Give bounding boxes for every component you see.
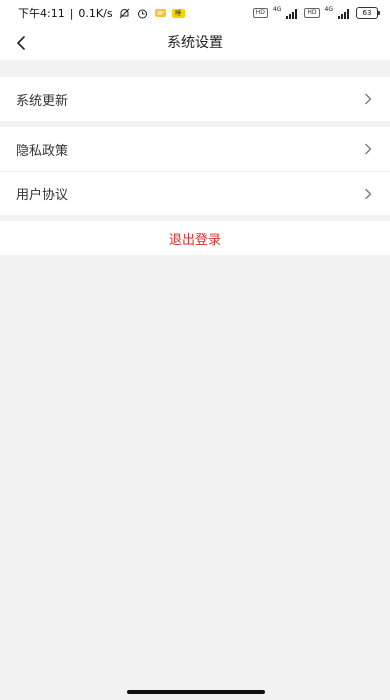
status-net-speed: 0.1K/s xyxy=(78,6,113,20)
privacy-policy-label: 隐私政策 xyxy=(16,143,69,159)
privacy-policy-row[interactable]: 隐私政策 xyxy=(0,127,390,171)
status-right: HD 4G HD 4G 63 xyxy=(252,5,380,19)
logout-label: 退出登录 xyxy=(168,232,221,248)
settings-group-legal: 隐私政策 用户协议 xyxy=(0,127,390,215)
home-indicator[interactable] xyxy=(127,690,265,694)
chevron-right-icon xyxy=(362,143,374,155)
message-icon xyxy=(154,8,167,19)
user-agreement-row[interactable]: 用户协议 xyxy=(0,171,390,215)
status-time: 下午4:11 xyxy=(18,7,65,20)
settings-group-update: 系统更新 xyxy=(0,77,390,121)
hd-badge-2: HD xyxy=(304,8,320,18)
hd-badge-1: HD xyxy=(252,8,268,18)
logout-button[interactable]: 退出登录 xyxy=(0,221,390,255)
user-agreement-label: 用户协议 xyxy=(16,188,69,203)
page-title: 系统设置 xyxy=(167,35,223,51)
system-update-label: 系统更新 xyxy=(16,93,69,109)
status-left: 下午4:11 | 0.1K/s 睡 xyxy=(18,5,185,21)
nav-bar: 系统设置 xyxy=(0,26,390,60)
chevron-right-icon xyxy=(362,93,374,105)
app-notification-icon: 睡 xyxy=(171,8,185,18)
settings-group-logout: 退出登录 xyxy=(0,221,390,255)
system-update-row[interactable]: 系统更新 xyxy=(0,77,390,121)
signal-icon xyxy=(338,8,351,19)
battery-icon: 63 xyxy=(356,7,380,19)
network-type-1: 4G xyxy=(272,5,282,13)
mute-bell-icon xyxy=(118,8,131,19)
alarm-icon xyxy=(136,8,149,19)
status-bar: 下午4:11 | 0.1K/s 睡 HD 4G HD 4G 63 xyxy=(0,0,390,26)
network-type-2: 4G xyxy=(324,5,333,13)
status-separator: | xyxy=(69,6,74,20)
chevron-right-icon xyxy=(362,188,374,200)
signal-icon xyxy=(286,8,299,19)
